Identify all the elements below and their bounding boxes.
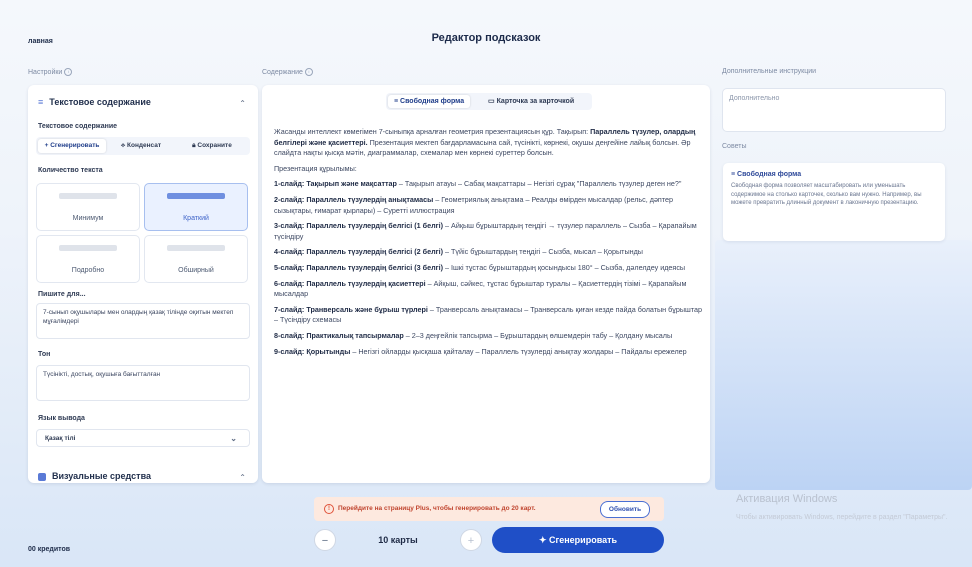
tip-title: ≡ Свободная форма: [731, 171, 802, 178]
slide-item: 1-слайд: Тақырып және мақсаттар – Тақыры…: [274, 179, 682, 189]
content-mode-group: + Сгенерировать ⟡ Конденсат 🔒︎ Сохраните: [36, 137, 250, 155]
condense-mode-button[interactable]: ⟡ Конденсат: [108, 139, 174, 153]
credits-count: 00 кредитов: [28, 546, 71, 553]
slide-item: 3-слайд: Параллель түзулердің белгісі (1…: [274, 221, 697, 241]
chevron-up-icon[interactable]: ⌃: [239, 473, 246, 482]
tips-label: Советы: [722, 143, 747, 150]
output-language-label: Язык вывода: [38, 415, 85, 422]
slide-item: 8-слайд: Практикалық тапсырмалар – 2–3 д…: [274, 330, 673, 340]
card-icon: ▭: [488, 98, 497, 105]
visual-aids-header[interactable]: Визуальные средства: [38, 471, 151, 481]
right-background: [715, 240, 972, 490]
warning-icon: !: [324, 504, 334, 514]
extra-instructions-label: Дополнительные инструкции: [722, 68, 817, 75]
decrease-cards-button[interactable]: −: [314, 529, 336, 551]
settings-panel: ≡ Текстовое содержание ⌃ Текстовое содерж…: [28, 85, 258, 483]
amount-option-brief[interactable]: Краткий: [144, 183, 248, 231]
write-for-label: Пишите для...: [38, 291, 86, 298]
settings-label: Настройки i: [28, 68, 73, 76]
page-title: Редактор подсказок: [431, 32, 541, 44]
windows-activation-text: Чтобы активировать Windows, перейдите в …: [736, 514, 948, 521]
tip-text: Свободная форма позволяет масштабировать…: [731, 183, 922, 206]
upgrade-message: Перейдите на страницу Plus, чтобы генери…: [338, 505, 536, 512]
amount-option-detailed[interactable]: Подробно: [36, 235, 140, 283]
info-icon: i: [304, 68, 313, 76]
windows-activation-title: Активация Windows: [736, 493, 838, 505]
chevron-up-icon[interactable]: ⌃: [239, 99, 246, 108]
content-mode-label: Текстовое содержание: [38, 123, 118, 130]
audience-textarea[interactable]: 7-сынып оқушылары мен олардың қазақ тілі…: [36, 303, 250, 339]
generate-button[interactable]: ✦ Сгенерировать: [492, 527, 664, 553]
slide-item: 2-слайд: Параллель түзулердің анықтамасы…: [274, 194, 674, 215]
header: лавная Редактор подсказок: [0, 24, 972, 50]
amount-option-extensive[interactable]: Обширный: [144, 235, 248, 283]
upgrade-button[interactable]: Обновить: [600, 501, 650, 518]
slide-item: 7-слайд: Транверсаль және бұрыш түрлері …: [274, 304, 702, 325]
generate-mode-button[interactable]: + Сгенерировать: [38, 139, 106, 153]
image-icon: [38, 472, 46, 481]
prompt-text[interactable]: Жасанды интеллект көмегімен 7-сыныпқа ар…: [274, 127, 702, 362]
structure-heading: Презентация құрылымы:: [274, 163, 357, 173]
text-content-header[interactable]: ≡ Текстовое содержание: [38, 97, 151, 107]
tip-card: ≡ Свободная форма Свободная форма позвол…: [723, 163, 945, 241]
intro-paragraph: Жасанды интеллект көмегімен 7-сыныпқа ар…: [274, 127, 696, 158]
chevron-down-icon: ⌄: [230, 434, 237, 443]
output-language-select[interactable]: Қазақ тілі ⌄: [36, 429, 250, 447]
tone-label: Тон: [38, 351, 51, 358]
content-tabs: ≡ Свободная форма ▭ Карточка за карточко…: [386, 93, 592, 110]
amount-option-minimum[interactable]: Минимум: [36, 183, 140, 231]
card-count: 10 карты: [378, 535, 418, 545]
tone-textarea[interactable]: Түсінікті, достық, оқушыға бағытталған: [36, 365, 250, 401]
upgrade-banner: ! Перейдите на страницу Plus, чтобы гене…: [314, 497, 664, 521]
slide-item: 6-слайд: Параллель түзулердің қасиеттері…: [274, 278, 687, 299]
extra-instructions-input[interactable]: Дополнительно: [722, 88, 946, 132]
slide-item: 5-слайд: Параллель түзулердің белгісі (3…: [274, 262, 686, 272]
info-icon: i: [64, 68, 73, 76]
preserve-mode-button[interactable]: 🔒︎ Сохраните: [176, 139, 248, 153]
tab-card-by-card[interactable]: ▭ Карточка за карточкой: [482, 95, 580, 108]
slide-item: 9-слайд: Қорытынды – Негізгі ойларды қыс…: [274, 346, 687, 356]
tab-freeform[interactable]: ≡ Свободная форма: [388, 95, 471, 108]
text-amount-label: Количество текста: [38, 167, 103, 174]
slide-item: 4-слайд: Параллель түзулердің белгісі (2…: [274, 247, 643, 257]
text-icon: ≡: [38, 97, 44, 107]
content-label: Содержание i: [262, 68, 313, 76]
content-panel: ≡ Свободная форма ▭ Карточка за карточко…: [262, 85, 710, 483]
increase-cards-button[interactable]: +: [460, 529, 482, 551]
